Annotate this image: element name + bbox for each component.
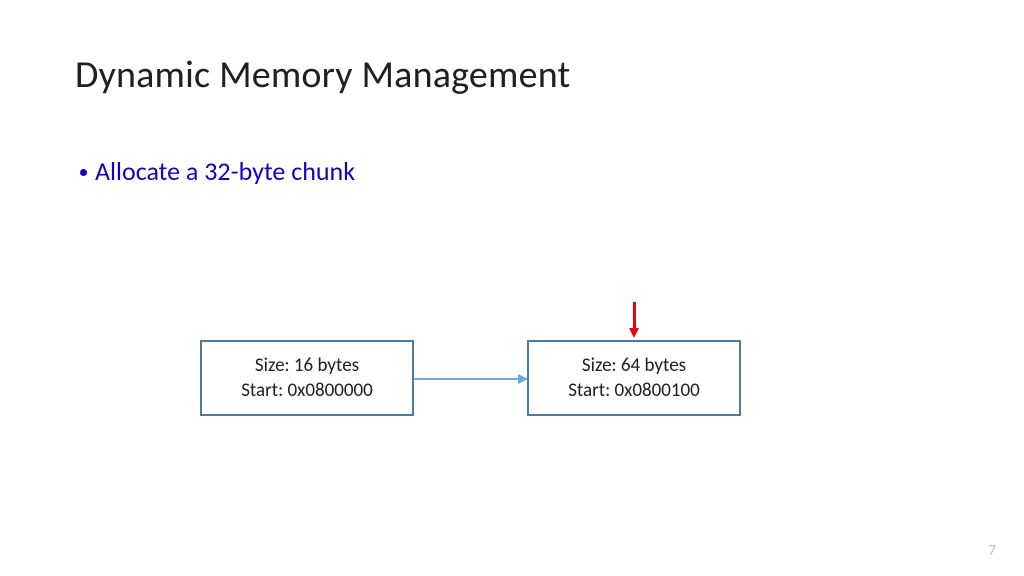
bullet-item: Allocate a 32-byte chunk [80,155,355,187]
bullet-dot-icon [80,169,87,176]
memory-block-start: Start: 0x0800100 [568,379,700,402]
link-arrow-icon [414,378,527,380]
bullet-text: Allocate a 32-byte chunk [95,155,355,187]
memory-block-2: Size: 64 bytes Start: 0x0800100 [527,340,741,416]
page-number: 7 [988,542,996,560]
memory-block-size: Size: 64 bytes [582,354,686,377]
memory-block-size: Size: 16 bytes [255,354,359,377]
slide-title: Dynamic Memory Management [75,52,570,98]
memory-block-1: Size: 16 bytes Start: 0x0800000 [200,340,414,416]
memory-block-start: Start: 0x0800000 [241,379,373,402]
pointer-arrow-icon [633,302,636,330]
